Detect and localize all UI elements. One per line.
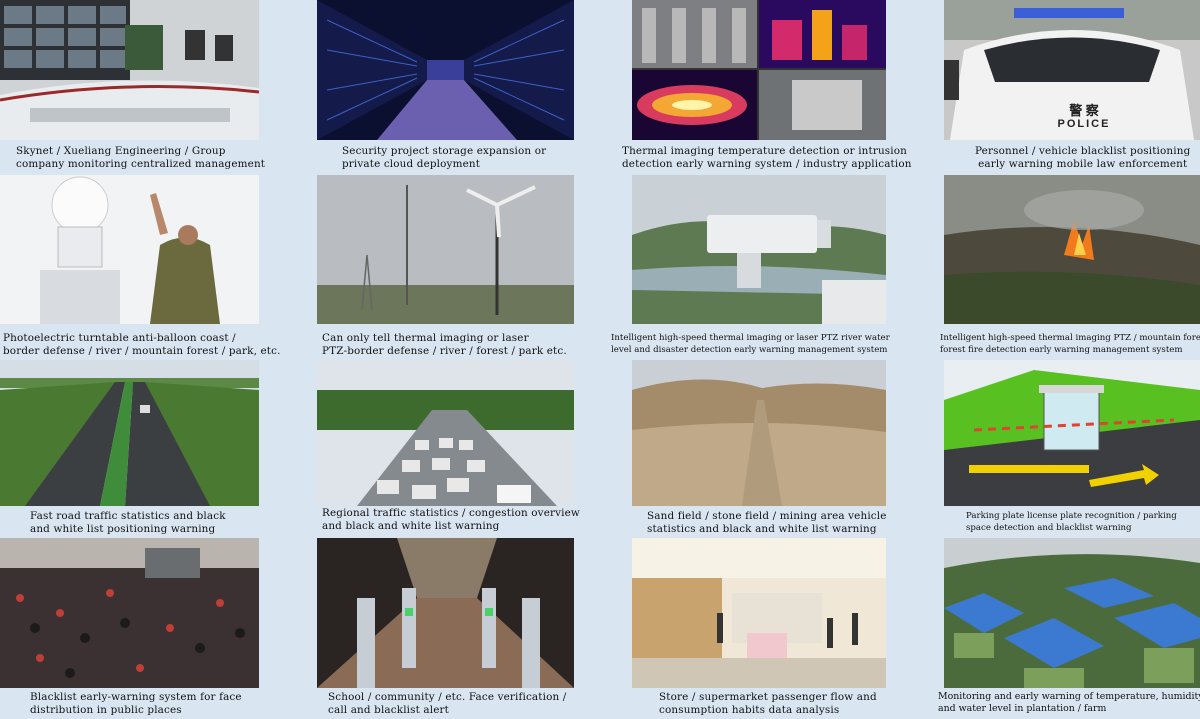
parking-plate-caption: Parking plate license plate recognition … (966, 511, 1177, 533)
forest-fire-photo (944, 175, 1200, 324)
river-water-caption: Intelligent high-speed thermal imaging o… (611, 333, 890, 355)
storage-datacenter-photo (317, 0, 574, 140)
sand-field-caption: Sand field / stone field / mining area v… (647, 510, 887, 535)
regional-traffic-photo (317, 360, 574, 506)
storage-datacenter-caption: Security project storage expansion or pri… (342, 145, 547, 170)
parking-plate-photo (944, 360, 1200, 506)
monitoring-center-photo (0, 0, 259, 140)
ptz-border-caption: Can only tell thermal imaging or laser PT… (322, 332, 567, 357)
school-gate-photo (317, 538, 574, 688)
anti-balloon-photo (0, 175, 259, 324)
thermal-imaging-photo (632, 0, 886, 140)
regional-traffic-caption: Regional traffic statistics / congestion… (322, 507, 580, 532)
highway-photo (0, 360, 259, 506)
forest-fire-caption: Intelligent high-speed thermal imaging P… (940, 333, 1200, 355)
anti-balloon-caption: Photoelectric turntable anti-balloon coa… (3, 332, 281, 357)
crowd-photo (0, 538, 259, 688)
police-vehicle-caption: Personnel / vehicle blacklist positionin… (975, 145, 1191, 170)
plantation-caption: Monitoring and early warning of temperat… (938, 691, 1200, 714)
plantation-photo (944, 538, 1200, 688)
sand-field-photo (632, 360, 886, 506)
highway-caption: Fast road traffic statistics and black an… (30, 510, 226, 535)
thermal-imaging-caption: Thermal imaging temperature detection or… (622, 145, 912, 170)
monitoring-center-caption: Skynet / Xueliang Engineering / Group com… (16, 145, 266, 170)
store-caption: Store / supermarket passenger flow and co… (659, 691, 877, 716)
store-photo (632, 538, 886, 688)
school-gate-caption: School / community / etc. Face verificat… (328, 691, 567, 716)
river-water-photo (632, 175, 886, 324)
ptz-border-photo (317, 175, 574, 324)
police-badge: 警 察 POLICE (1057, 103, 1111, 131)
police-vehicle-photo: 警 察 POLICE (944, 0, 1200, 140)
crowd-caption: Blacklist early-warning system for face d… (30, 691, 242, 716)
